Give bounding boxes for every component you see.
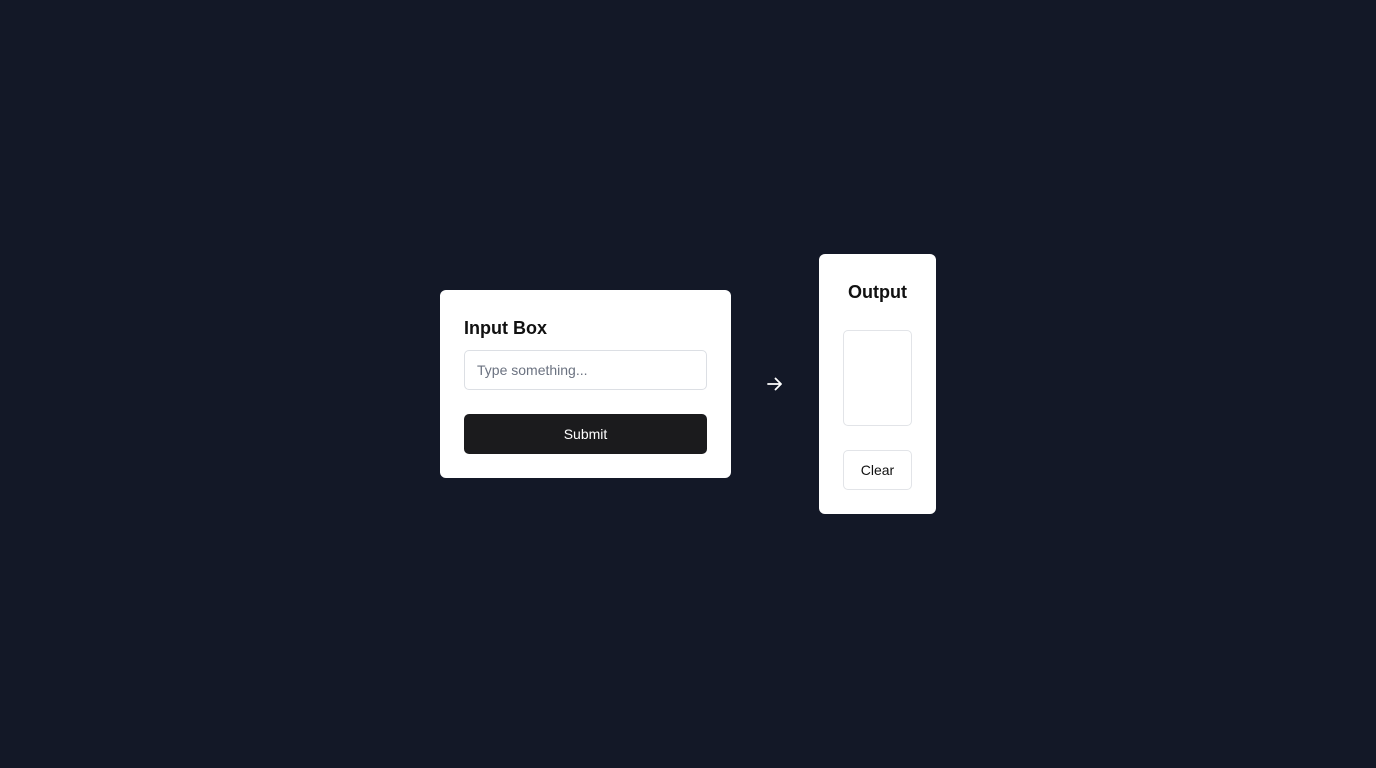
- submit-button[interactable]: Submit: [464, 414, 707, 454]
- input-card: Input Box Submit: [440, 290, 731, 478]
- arrow-right-icon: [765, 374, 785, 394]
- output-card-title: Output: [848, 282, 907, 302]
- clear-button[interactable]: Clear: [843, 450, 912, 490]
- page-background: Input Box Submit Output Clear: [0, 0, 1376, 768]
- input-card-title: Input Box: [464, 318, 547, 338]
- text-input[interactable]: [464, 350, 707, 390]
- output-card: Output Clear: [819, 254, 936, 514]
- output-display: [843, 330, 912, 426]
